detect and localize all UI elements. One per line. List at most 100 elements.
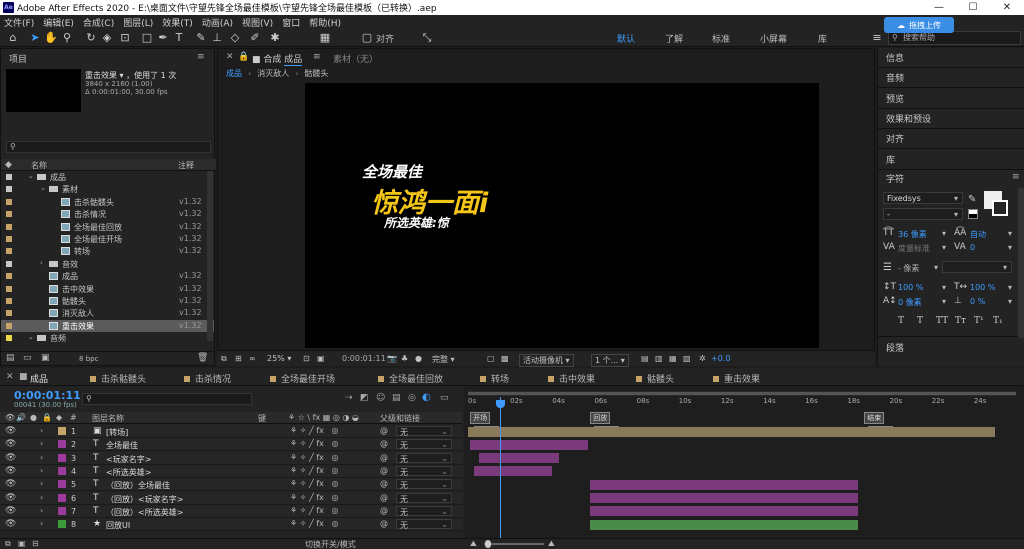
menu-item[interactable]: 编辑(E) [43,16,74,29]
switches-header-icons[interactable]: ⚘ ☆ \ fx ▦ ◎ ◑ ◒ [288,413,359,422]
project-comp-row[interactable]: 击中效果 v1.32 [1,283,214,295]
eraser-tool-icon[interactable]: ◇ [228,31,242,45]
expand-chevron-icon[interactable]: ⌄ [28,172,34,180]
resolution-select[interactable]: 完整 ▾ [432,354,455,365]
puppet-tool-icon[interactable]: ✱ [268,31,282,45]
number-header-icon[interactable]: # [70,413,77,422]
label-color-icon[interactable] [6,285,12,292]
panel-menu-icon[interactable]: ≡ [313,52,321,62]
project-search-input[interactable]: ⚲ [6,141,211,153]
label-color-icon[interactable] [6,335,12,342]
mask-icon[interactable]: ∞ [249,354,256,363]
snap-options-icon[interactable]: ⤡ [420,31,434,45]
layer-switches-icons[interactable]: ⚘ ✧ ╱ fx ◎ [290,453,338,462]
menu-item[interactable]: 视图(V) [242,16,273,29]
menu-item[interactable]: 合成(C) [83,16,114,29]
expand-chevron-icon[interactable]: › [40,259,43,267]
zoom-out-icon[interactable]: ⛰ [470,539,477,549]
project-folder-row[interactable]: ⌄ 成品 [1,171,214,183]
label-color-icon[interactable] [58,440,66,449]
timeline-layer-row[interactable]: 👁 › 3 T <玩家名字> ⚘ ✧ ╱ fx ◎ @ 无 ⌄ [0,451,462,465]
font-style-select[interactable]: - ▾ [883,208,963,220]
eyedropper-icon[interactable]: ✎ [968,194,976,205]
text-style-button[interactable]: T [917,316,923,326]
layer-duration-bar[interactable] [590,519,858,530]
key-header[interactable]: 键 [258,413,266,424]
black-white-swatch[interactable] [968,209,978,219]
project-comp-row[interactable]: 重击效果 v1.32 [1,319,214,332]
layer-switches-icons[interactable]: ⚘ ✧ ╱ fx ◎ [290,479,338,488]
timeline-layer-row[interactable]: 👁 › 4 T <所选英雄> ⚘ ✧ ╱ fx ◎ @ 无 ⌄ [0,464,462,478]
frame-blending-icon[interactable]: ▤ [392,393,401,403]
timeline-tab[interactable]: 击杀情况 [184,372,231,385]
grid-icon[interactable]: ⊞ [235,354,242,363]
vertical-scale-value[interactable]: 100 % [898,283,923,292]
expand-chevron-icon[interactable]: › [40,426,43,435]
label-color-icon[interactable] [58,480,66,489]
toggle-switches-modes[interactable]: 切换开关/模式 [305,539,356,549]
menu-item[interactable]: 帮助(H) [309,16,341,29]
stroke-style-select[interactable]: ▾ [942,261,1012,273]
kerning-value[interactable]: 度量标准 [898,243,930,254]
work-area-range[interactable] [468,392,1016,395]
expand-icon[interactable]: ▣ [18,539,26,548]
visibility-eye-icon[interactable]: 👁 [5,466,16,476]
region-icon[interactable]: ▣ [317,354,325,363]
tracking-value[interactable]: 0 [970,243,975,252]
text-style-button[interactable]: TT [936,316,948,326]
visibility-eye-icon[interactable]: 👁 [5,439,16,449]
project-folder-row[interactable]: ⌄ 素材 [1,183,214,195]
layer-switches-icons[interactable]: ⚘ ✧ ╱ fx ◎ [290,439,338,448]
close-tab-icon[interactable]: ✕ [6,372,14,382]
minimize-icon[interactable]: — [922,0,956,15]
right-panel-tab[interactable]: 对齐 [886,132,904,145]
right-panel-tab[interactable]: 音频 [886,71,904,84]
exposure-icon[interactable]: ✲ [699,354,706,363]
label-color-icon[interactable] [6,273,12,280]
zoom-select[interactable]: 25% ▾ [267,354,291,363]
project-folder-row[interactable]: › 音效 [1,258,214,270]
zoom-in-icon[interactable]: ⛰ [548,539,555,549]
parent-select[interactable]: 无 ⌄ [396,479,452,490]
transparency-grid-icon[interactable]: ▩ [501,354,509,363]
snapshot-icon[interactable]: 📷 [387,354,397,363]
grid-toggle-icon[interactable]: ▦ [318,31,332,45]
layer-name[interactable]: <所选英雄> [106,467,151,478]
project-panel-title[interactable]: 项目 [9,52,27,65]
timeline-layer-row[interactable]: 👁 › 1 ▣ [转场] ⚘ ✧ ╱ fx ◎ @ 无 ⌄ [0,425,462,438]
exposure-value[interactable]: +0.0 [711,354,730,363]
menu-item[interactable]: 文件(F) [4,16,34,29]
visibility-eye-icon[interactable]: 👁 [5,453,16,463]
viewer-timecode[interactable]: 0:00:01:11 [342,354,386,363]
zoom-slider[interactable] [484,543,544,545]
timeline-tab[interactable]: 全场最佳开场 [270,372,335,385]
motion-blur-icon[interactable]: ◎ [408,393,416,403]
workspace-tab[interactable]: 库 [818,32,827,45]
label-color-icon[interactable] [6,248,12,255]
breadcrumb-item[interactable]: 骷髅头 [304,69,328,78]
paragraph-panel-title[interactable]: 段落 [886,341,904,354]
timeline-layer-row[interactable]: 👁 › 7 T （回放）<所选英雄> ⚘ ✧ ╱ fx ◎ @ 无 ⌄ [0,504,462,518]
layer-duration-bar[interactable] [468,426,995,437]
timeline-tab[interactable]: 全场最佳回放 [378,372,443,385]
expand-chevron-icon[interactable]: › [40,466,43,475]
label-color-icon[interactable] [58,493,66,502]
playhead-handle[interactable] [496,400,505,408]
flowchart-icon[interactable]: ▦ [669,354,677,363]
label-color-icon[interactable] [58,506,66,515]
project-comp-row[interactable]: 消灭敌人 v1.32 [1,307,214,319]
always-preview-icon[interactable]: ⧉ [221,354,227,364]
panel-menu-icon[interactable]: ≡ [197,52,205,62]
label-color-icon[interactable] [58,466,66,475]
timeline-layer-row[interactable]: 👁 › 8 ★ 回放UI ⚘ ✧ ╱ fx ◎ @ 无 ⌄ [0,518,462,532]
timeline-layer-row[interactable]: 👁 › 5 T （回放）全场最佳 ⚘ ✧ ╱ fx ◎ @ 无 ⌄ [0,478,462,492]
parent-pickwhip-icon[interactable]: @ [380,519,388,528]
label-color-icon[interactable] [6,322,12,329]
panel-menu-icon[interactable]: ≡ [1012,172,1020,182]
lock-header-icon[interactable]: 🔒 [42,413,52,422]
parent-pickwhip-icon[interactable]: @ [380,479,388,488]
text-style-button[interactable]: T¹ [974,316,984,326]
pan-behind-tool-icon[interactable]: ⊡ [118,31,132,45]
layer-switches-icons[interactable]: ⚘ ✧ ╱ fx ◎ [290,506,338,515]
visibility-eye-icon[interactable]: 👁 [5,493,16,503]
